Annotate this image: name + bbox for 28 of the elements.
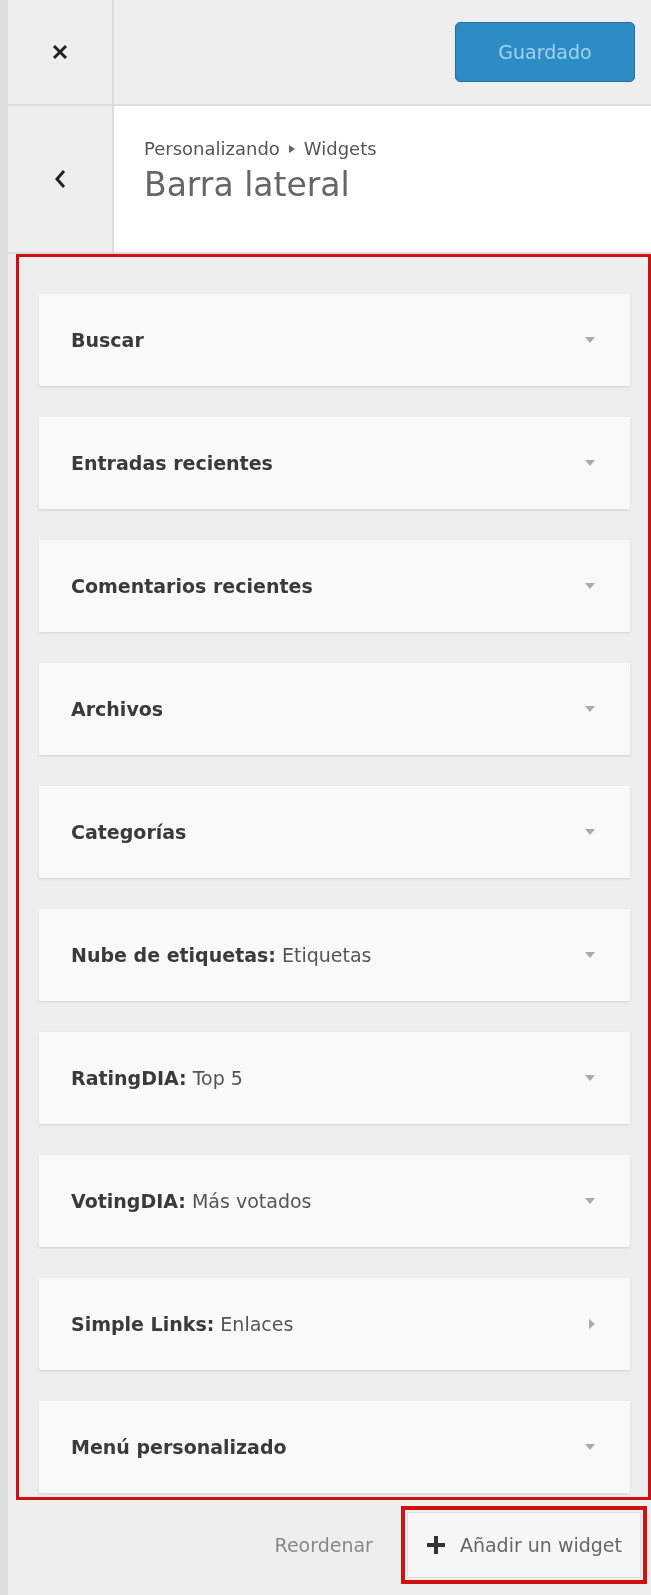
breadcrumb-separator-icon: [287, 143, 296, 154]
widget-item[interactable]: Menú personalizado: [39, 1401, 630, 1493]
widget-item[interactable]: Nube de etiquetas: Etiquetas: [39, 909, 630, 1001]
widget-title: VotingDIA: Más votados: [71, 1190, 312, 1212]
widget-title: Simple Links: Enlaces: [71, 1313, 294, 1335]
widget-item[interactable]: RatingDIA: Top 5: [39, 1032, 630, 1124]
plus-icon: [425, 1535, 446, 1555]
widget-item[interactable]: VotingDIA: Más votados: [39, 1155, 630, 1247]
widget-title: RatingDIA: Top 5: [71, 1067, 243, 1089]
widget-title: Menú personalizado: [71, 1436, 287, 1458]
add-widget-button[interactable]: Añadir un widget: [406, 1512, 641, 1578]
widget-title: Comentarios recientes: [71, 575, 313, 597]
panel-title: Barra lateral: [144, 165, 351, 204]
widget-item[interactable]: Simple Links: Enlaces: [39, 1278, 630, 1370]
widget-title: Categorías: [71, 821, 187, 843]
breadcrumb-text: Widgets: [303, 138, 377, 159]
back-icon: [53, 168, 67, 190]
widget-item[interactable]: Archivos: [39, 663, 630, 755]
widget-item[interactable]: Entradas recientes: [39, 417, 630, 509]
breadcrumb-text: Personalizando: [144, 138, 280, 159]
widget-title: Archivos: [71, 698, 164, 720]
widget-title: Buscar: [71, 329, 144, 351]
widget-item[interactable]: Buscar: [39, 294, 630, 386]
widget-item[interactable]: Categorías: [39, 786, 630, 878]
widget-item[interactable]: Comentarios recientes: [39, 540, 630, 632]
widget-title: Entradas recientes: [71, 452, 273, 474]
close-icon: [51, 43, 69, 61]
widget-title: Nube de etiquetas: Etiquetas: [71, 944, 372, 966]
